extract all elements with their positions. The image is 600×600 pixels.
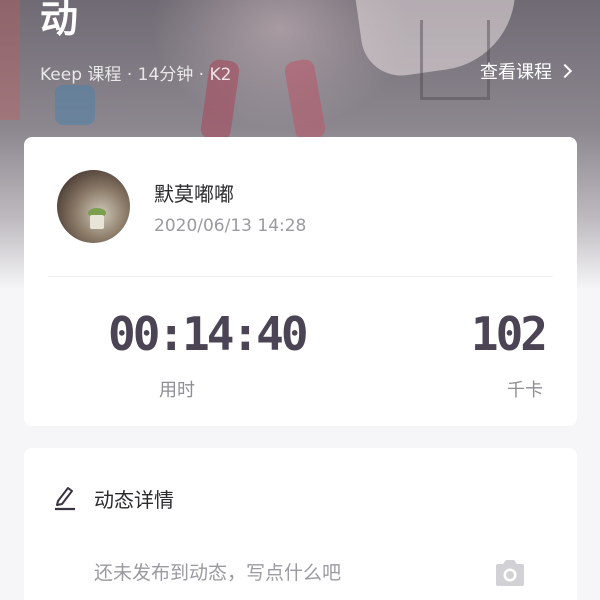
course-meta: Keep 课程 · 14分钟 · K2 [40,65,232,85]
duration-value: 00:14:40 [108,307,309,361]
view-course-link[interactable]: 查看课程 [480,58,573,84]
pencil-icon [55,487,75,511]
divider [48,276,553,277]
camera-icon[interactable] [493,558,527,588]
post-detail-card: 动态详情 还未发布到动态，写点什么吧 [24,448,577,600]
avatar[interactable] [57,170,130,243]
chevron-right-icon [557,63,573,79]
calories-value: 102 [470,307,548,361]
calories-label: 千卡 [507,380,543,401]
post-input-placeholder[interactable]: 还未发布到动态，写点什么吧 [94,558,341,585]
course-title: 动 [40,0,79,41]
hero-photo-element [0,0,20,120]
workout-summary-card: 默莫嘟嘟 2020/06/13 14:28 00:14:40 102 用时 千卡 [24,137,577,426]
hero-photo-element [55,85,95,125]
post-detail-title: 动态详情 [94,488,174,512]
duration-label: 用时 [159,380,195,401]
workout-datetime: 2020/06/13 14:28 [154,216,307,236]
username[interactable]: 默莫嘟嘟 [154,178,234,207]
avatar-pot [90,215,104,229]
view-course-label: 查看课程 [480,62,552,83]
